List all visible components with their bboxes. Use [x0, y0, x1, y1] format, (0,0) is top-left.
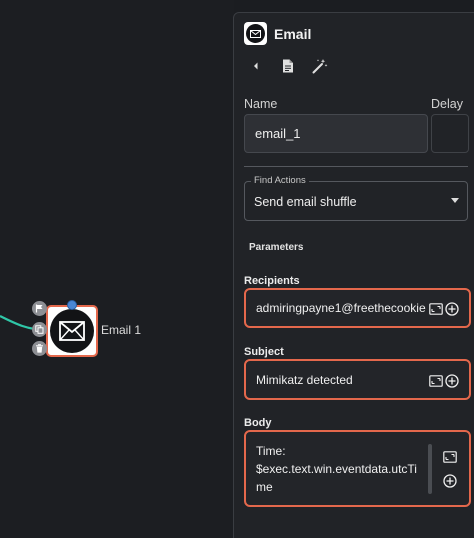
- body-label: Body: [244, 417, 272, 429]
- envelope-icon: [250, 29, 261, 38]
- delay-input[interactable]: [431, 114, 469, 153]
- add-circle-icon: [442, 473, 457, 488]
- workflow-canvas[interactable]: Email 1: [0, 0, 234, 538]
- body-line: me: [256, 480, 273, 494]
- recipients-value: admiringpayne1@freethecookie: [256, 301, 426, 315]
- flag-button[interactable]: [32, 301, 47, 316]
- name-input-value: email_1: [255, 126, 301, 141]
- expand-field-button[interactable]: [442, 449, 457, 464]
- expand-field-button[interactable]: [428, 301, 443, 316]
- find-actions-label: Find Actions: [251, 175, 309, 186]
- find-actions-select[interactable]: Find Actions Send email shuffle: [244, 175, 468, 221]
- node-connection-handle[interactable]: [67, 300, 77, 310]
- back-button[interactable]: [244, 57, 268, 75]
- add-variable-button[interactable]: [444, 373, 459, 388]
- email-node-icon-bg: [50, 309, 94, 353]
- delay-label: Delay: [431, 97, 463, 111]
- expand-field-icon: [428, 374, 443, 387]
- recipients-field[interactable]: admiringpayne1@freethecookie: [244, 288, 471, 328]
- email-node[interactable]: [46, 305, 98, 357]
- body-line: Time:: [256, 444, 286, 458]
- body-line: $exec.text.win.eventdata.utcTi: [256, 462, 417, 476]
- magic-wand-button[interactable]: [308, 57, 332, 75]
- subject-field[interactable]: Mimikatz detected: [244, 359, 471, 400]
- delete-button[interactable]: [32, 341, 47, 356]
- header-app-icon-bg: [246, 24, 265, 43]
- workflow-edge: [0, 315, 48, 332]
- parameters-title: Parameters: [249, 242, 304, 253]
- trash-icon: [36, 344, 43, 353]
- panel-title: Email: [274, 25, 312, 42]
- add-variable-button[interactable]: [442, 473, 457, 488]
- panel-header: Email: [244, 22, 311, 45]
- action-panel: Email Name Delay email_1 Find Actions Se…: [233, 12, 474, 538]
- body-scrollbar[interactable]: [428, 444, 432, 494]
- back-icon: [254, 62, 258, 70]
- expand-field-icon: [442, 450, 457, 463]
- envelope-icon: [59, 321, 85, 341]
- name-label: Name: [244, 97, 278, 111]
- add-circle-icon: [444, 301, 459, 316]
- expand-field-button[interactable]: [428, 373, 443, 388]
- find-actions-value: Send email shuffle: [254, 195, 357, 209]
- flag-icon: [35, 304, 43, 313]
- header-app-icon: [244, 22, 267, 45]
- panel-toolbar: [244, 57, 340, 75]
- magic-wand-icon: [312, 59, 328, 74]
- copy-button[interactable]: [32, 322, 47, 337]
- subject-label: Subject: [244, 346, 284, 358]
- expand-field-icon: [428, 302, 443, 315]
- add-variable-button[interactable]: [444, 301, 459, 316]
- panel-divider: [244, 166, 468, 167]
- recipients-label: Recipients: [244, 275, 300, 287]
- node-label: Email 1: [101, 323, 142, 337]
- document-button[interactable]: [276, 57, 300, 75]
- add-circle-icon: [444, 373, 459, 388]
- copy-icon: [35, 325, 44, 334]
- body-field[interactable]: Time: $exec.text.win.eventdata.utcTi me: [244, 430, 471, 507]
- name-input[interactable]: email_1: [244, 114, 428, 153]
- caret-down-icon: [451, 198, 459, 203]
- subject-value: Mimikatz detected: [256, 373, 353, 387]
- document-icon: [283, 59, 293, 73]
